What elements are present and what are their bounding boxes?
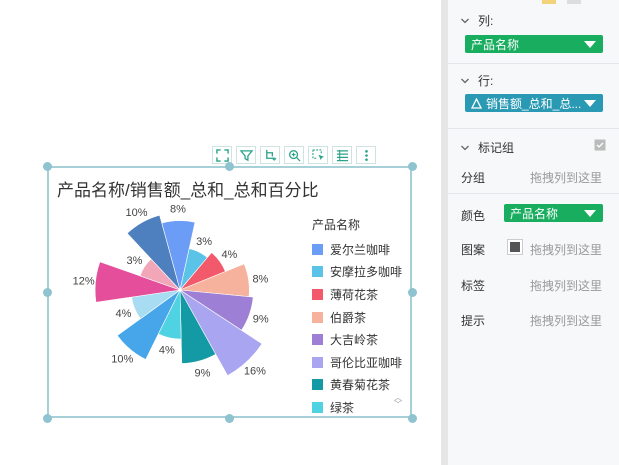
caret-down-icon [584,100,596,107]
chevron-down-icon [461,78,469,83]
filter-icon[interactable] [236,146,256,164]
legend-item[interactable]: 大吉岭茶 [312,328,402,351]
rose-chart[interactable]: 8% 3% 4% 8% 9% 16% 9% 4% 10% 4% 12% 3% 10% [60,204,310,415]
tip-label: 提示 [461,314,486,328]
legend-label: 薄荷花茶 [330,287,379,302]
chart-title: 产品名称/销售额_总和_总和百分比 [57,181,319,200]
legend-swatch [312,401,323,413]
legend-swatch [312,334,323,346]
marks-section-header[interactable]: 标记组 [460,139,514,156]
legend-swatch [312,243,323,255]
legend-label: 黄春菊花茶 [330,378,391,393]
legend-scroll-icon[interactable]: ︿ ﹀ [393,394,403,409]
chevron-down-icon [461,18,469,23]
legend-item[interactable]: 薄荷花茶 [312,283,402,306]
columns-section-header[interactable]: 列: [460,12,493,29]
resize-handle-tm[interactable] [225,162,234,171]
legend-label: 伯爵茶 [330,310,367,325]
resize-handle-tr[interactable] [408,162,417,171]
drill-icon[interactable] [260,146,280,164]
color-field-label: 产品名称 [510,206,559,221]
list-icon[interactable] [332,146,352,164]
zoom-icon[interactable] [284,146,304,164]
tag-label: 标签 [461,279,486,293]
resize-handle-ml[interactable] [43,288,52,297]
tip-drop-zone[interactable]: 拖拽列到这里 [530,312,602,329]
divider [448,193,619,194]
pattern-swatch[interactable] [507,239,523,255]
legend-label: 爱尔兰咖啡 [330,242,391,257]
slice-data-label: 9% [253,313,269,325]
slice-data-label: 8% [170,204,186,216]
legend-item[interactable]: 伯爵茶 [312,306,402,329]
legend-label: 绿茶 [330,400,355,415]
slice-data-label: 10% [125,207,147,219]
property-panel [448,0,619,465]
legend-label: 安摩拉多咖啡 [330,265,403,280]
slice-data-label: 4% [159,345,175,357]
legend-swatch [312,266,323,278]
resize-handle-br[interactable] [408,414,417,423]
legend-swatch [312,356,323,368]
measure-icon [471,97,482,109]
panel-splitter[interactable] [441,0,448,465]
legend-title: 产品名称 [312,218,361,232]
color-label: 颜色 [461,209,486,223]
caret-down-icon [584,210,596,217]
slice-data-label: 9% [195,368,211,380]
legend-item[interactable]: 哥伦比亚咖啡 [312,351,402,374]
slice-data-label: 3% [127,255,143,267]
mark-settings-icon[interactable] [594,139,606,151]
legend-swatch [312,311,323,323]
rows-label: 行: [478,74,494,88]
resize-handle-mr[interactable] [408,288,417,297]
legend-label: 哥伦比亚咖啡 [330,355,403,370]
resize-handle-tl[interactable] [43,162,52,171]
legend-item[interactable]: 爱尔兰咖啡 [312,238,402,261]
resize-handle-bm[interactable] [225,414,234,423]
slice-data-label: 12% [73,276,95,288]
columns-field-label: 产品名称 [471,37,520,52]
legend-swatch [312,288,323,300]
divider [448,128,619,129]
legend-item[interactable]: 黄春菊花茶 [312,374,402,397]
legend-swatch [312,379,323,391]
pattern-drop-zone[interactable]: 拖拽列到这里 [530,241,602,258]
legend-item[interactable]: 安摩拉多咖啡 [312,261,402,284]
columns-label: 列: [478,14,494,28]
divider [448,63,619,64]
widget-toolbar [212,146,376,164]
columns-field-pill[interactable]: 产品名称 [465,35,603,53]
select-icon[interactable] [308,146,328,164]
legend-item[interactable]: 绿茶 [312,396,402,419]
rows-section-header[interactable]: 行: [460,72,493,89]
rows-field-label: 销售额_总和_总... [486,96,582,111]
chart-legend: 产品名称 爱尔兰咖啡安摩拉多咖啡 薄荷花茶伯爵茶大吉岭茶哥伦比亚咖啡 黄春菊花茶绿茶 [312,216,402,419]
slice-data-label: 8% [252,273,268,285]
tag-drop-zone[interactable]: 拖拽列到这里 [530,277,602,294]
marks-label: 标记组 [478,141,515,155]
panel-tab-indicator-2[interactable] [567,0,581,4]
group-label: 分组 [461,171,486,185]
color-field-pill[interactable]: 产品名称 [504,204,603,222]
slice-data-label: 16% [244,366,266,378]
panel-tab-indicator[interactable] [542,0,556,4]
slice-data-label: 3% [196,236,212,248]
chevron-down-icon [461,145,469,150]
slice-data-label: 4% [221,249,237,261]
legend-label: 大吉岭茶 [330,333,379,348]
slice-data-label: 4% [116,308,132,320]
resize-handle-bl[interactable] [43,414,52,423]
slice-data-label: 10% [111,353,133,365]
pattern-label: 图案 [461,243,486,257]
caret-down-icon [584,41,596,48]
more-icon[interactable] [356,146,376,164]
rows-field-pill[interactable]: 销售额_总和_总... [465,94,603,112]
group-drop-zone[interactable]: 拖拽列到这里 [530,169,602,186]
